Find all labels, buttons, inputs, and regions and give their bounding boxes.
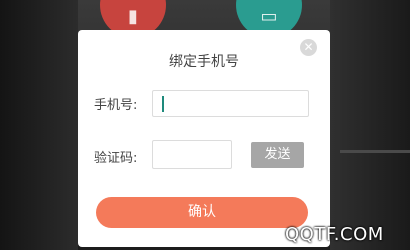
close-icon[interactable]: ✕ [300, 39, 317, 56]
send-code-button[interactable]: 发送 [251, 142, 304, 168]
verification-code-label: 验证码: [94, 151, 138, 166]
background-right-panel [330, 0, 410, 250]
text-caret [162, 96, 164, 112]
bind-phone-dialog: 绑定手机号 ✕ 手机号: 验证码: 发送 确认 [78, 30, 330, 247]
phone-input[interactable] [152, 90, 309, 117]
dialog-title: 绑定手机号 [169, 54, 239, 70]
background-left-panel [0, 0, 78, 250]
phone-label: 手机号: [94, 98, 138, 113]
background-stripe [340, 150, 410, 153]
verification-code-input[interactable] [152, 140, 232, 169]
watermark: QQTF.COM [285, 224, 384, 245]
confirm-button[interactable]: 确认 [96, 197, 308, 228]
